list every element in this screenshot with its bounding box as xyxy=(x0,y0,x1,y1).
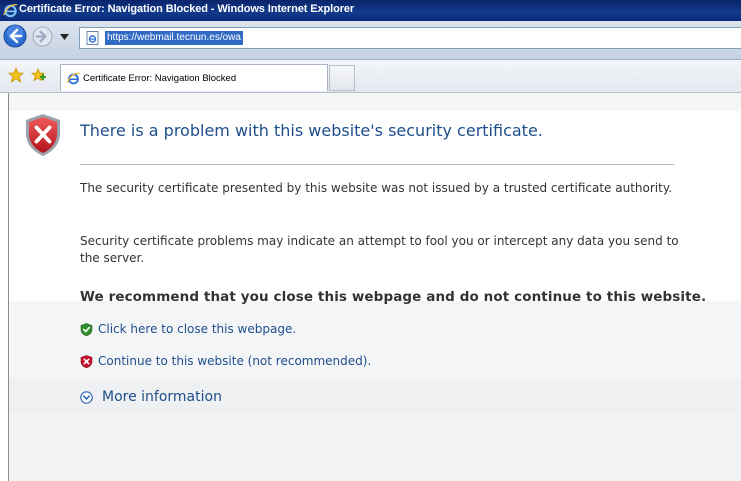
close-webpage-link[interactable]: Click here to close this webpage. xyxy=(98,322,296,336)
security-warning-message: Security certificate problems may indica… xyxy=(80,234,679,265)
bottom-band xyxy=(9,413,741,481)
red-shield-x-icon xyxy=(26,114,60,156)
url-text[interactable]: https://webmail.tecnun.es/owa xyxy=(105,31,243,45)
continue-to-website-link[interactable]: Continue to this website (not recommende… xyxy=(98,354,371,368)
tab-bar: Certificate Error: Navigation Blocked xyxy=(0,60,741,93)
expand-circle-icon[interactable] xyxy=(80,390,93,404)
recommendation-text: We recommend that you close this webpage… xyxy=(80,289,707,305)
page-heading: There is a problem with this website's s… xyxy=(80,121,543,140)
more-information-toggle[interactable]: More information xyxy=(80,387,222,407)
tab-certificate-error[interactable]: Certificate Error: Navigation Blocked xyxy=(60,64,328,91)
new-tab-button[interactable] xyxy=(329,65,355,91)
red-shield-x-icon xyxy=(80,354,93,368)
top-band xyxy=(9,93,741,111)
continue-row: Continue to this website (not recommende… xyxy=(80,353,371,369)
more-information-label[interactable]: More information xyxy=(102,389,222,405)
favorites-star-icon[interactable] xyxy=(8,67,24,83)
green-shield-check-icon xyxy=(80,322,93,336)
ie-logo-icon xyxy=(3,4,18,18)
forward-arrow-icon[interactable] xyxy=(32,26,53,47)
navigation-bar: https://webmail.tecnun.es/owa xyxy=(0,21,741,60)
add-favorites-icon[interactable] xyxy=(31,67,47,83)
tab-ie-icon xyxy=(67,72,80,85)
back-arrow-icon[interactable] xyxy=(3,24,27,48)
recent-pages-dropdown-icon[interactable] xyxy=(60,34,69,40)
heading-divider xyxy=(80,164,674,165)
tab-label: Certificate Error: Navigation Blocked xyxy=(83,73,237,84)
address-bar-input[interactable]: https://webmail.tecnun.es/owa xyxy=(79,27,741,49)
page-ie-icon xyxy=(86,31,99,45)
window-title: Certificate Error: Navigation Blocked - … xyxy=(19,3,355,15)
error-page: There is a problem with this website's s… xyxy=(0,93,741,481)
close-page-row: Click here to close this webpage. xyxy=(80,321,296,337)
certificate-message: The security certificate presented by th… xyxy=(80,181,673,195)
title-bar[interactable]: Certificate Error: Navigation Blocked - … xyxy=(0,0,741,21)
